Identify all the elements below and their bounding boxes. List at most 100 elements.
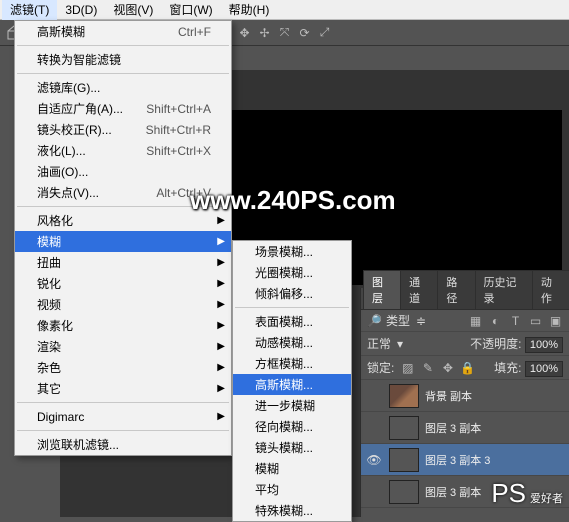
submenu-item[interactable]: 倾斜偏移... [233,283,351,304]
menu-group-style[interactable]: 风格化▶ [15,210,231,231]
menu-item-label: 模糊 [255,460,279,477]
chevron-down-icon[interactable]: ≑ [416,314,426,328]
menu-group-other[interactable]: 其它▶ [15,378,231,399]
submenu-item[interactable]: 方框模糊... [233,353,351,374]
lock-fill-row: 锁定: ▨ ✎ ✥ 🔒 填充: 100% [361,356,569,380]
type-label: 类型 [386,312,410,329]
menu-3d[interactable]: 3D(D) [57,1,105,19]
layer-thumbnail[interactable] [389,384,419,408]
chevron-right-icon: ▶ [217,383,225,394]
submenu-item[interactable]: 高斯模糊... [233,374,351,395]
layer-item[interactable]: 背景 副本 [361,380,569,412]
panel-tabs: 图层 通道 路径 历史记录 动作 [361,288,569,310]
rotate-icon[interactable]: ⟳ [297,26,312,40]
lock-all-icon[interactable]: 🔒 [460,361,475,375]
layer-item[interactable]: 图层 3 副本 [361,412,569,444]
menu-group-distort[interactable]: 扭曲▶ [15,252,231,273]
submenu-item[interactable]: 特殊模糊... [233,500,351,521]
menu-item-label: 滤镜库(G)... [37,79,100,96]
chevron-down-icon[interactable]: ▾ [397,337,403,351]
menu-view[interactable]: 视图(V) [105,0,161,20]
visibility-icon[interactable]: 👁 [365,453,383,467]
chevron-right-icon: ▶ [217,411,225,422]
menu-item-liquify[interactable]: 液化(L)...Shift+Ctrl+X [15,140,231,161]
submenu-item[interactable]: 场景模糊... [233,241,351,262]
menu-item-vanish[interactable]: 消失点(V)...Alt+Ctrl+V [15,182,231,203]
pan-icon[interactable]: ✢ [257,26,272,40]
chevron-right-icon: ▶ [217,236,225,247]
filter-smart-icon[interactable]: ▣ [548,314,563,328]
orbit-icon[interactable]: ✥ [237,26,252,40]
submenu-item[interactable]: 模糊 [233,458,351,479]
menu-item-label: 进一步模糊 [255,397,315,414]
opacity-input[interactable]: 100% [525,337,563,353]
menu-window[interactable]: 窗口(W) [161,0,220,20]
lock-move-icon[interactable]: ✥ [440,361,455,375]
submenu-item[interactable]: 镜头模糊... [233,437,351,458]
submenu-item[interactable]: 平均 [233,479,351,500]
tab-channels[interactable]: 通道 [400,270,438,309]
menu-item-label: Digimarc [37,410,84,424]
menu-group-blur[interactable]: 模糊▶ [15,231,231,252]
layer-item[interactable]: 👁图层 3 副本 3 [361,444,569,476]
menu-group-noise[interactable]: 杂色 ▶ [15,357,231,378]
menu-item-label: 杂色 [37,359,61,376]
chevron-right-icon: ▶ [217,341,225,352]
submenu-item[interactable]: 进一步模糊 [233,395,351,416]
filter-shape-icon[interactable]: ▭ [528,314,543,328]
tool-row-icons: ✥ ✢ ⤧ ⟳ ⤢ [237,25,332,40]
layer-thumbnail[interactable] [389,416,419,440]
layer-thumbnail[interactable] [389,448,419,472]
menu-shortcut: Shift+Ctrl+R [146,123,211,137]
menu-item-last-filter[interactable]: 高斯模糊 Ctrl+F [15,21,231,42]
tab-actions[interactable]: 动作 [532,270,569,309]
menu-item-label: 平均 [255,481,279,498]
chevron-right-icon: ▶ [217,320,225,331]
lock-transparent-icon[interactable]: ▨ [400,361,415,375]
menu-item-browse-online[interactable]: 浏览联机滤镜... [15,434,231,455]
menu-shortcut: Ctrl+F [178,25,211,39]
tab-history[interactable]: 历史记录 [475,270,533,309]
menu-item-label: 特殊模糊... [255,502,313,519]
menu-shortcut: Shift+Ctrl+A [146,102,211,116]
menu-item-label: 浏览联机滤镜... [37,436,119,453]
menu-filter[interactable]: 滤镜(T) [2,0,57,20]
menu-item-digimarc[interactable]: Digimarc ▶ [15,406,231,427]
submenu-item[interactable]: 光圈模糊... [233,262,351,283]
tab-layers[interactable]: 图层 [363,270,401,309]
filter-adjust-icon[interactable]: ◐ [488,314,503,328]
submenu-item[interactable]: 表面模糊... [233,311,351,332]
blend-opacity-row: 正常 ▾ 不透明度: 100% [361,332,569,356]
move-icon[interactable]: ⤧ [277,25,292,40]
menu-item-oil[interactable]: 油画(O)... [15,161,231,182]
menu-item-label: 方框模糊... [255,355,313,372]
blend-mode-select[interactable]: 正常 [367,335,391,352]
submenu-item[interactable]: 径向模糊... [233,416,351,437]
search-icon[interactable]: 🔎 [367,314,382,328]
menu-shortcut: Alt+Ctrl+V [156,186,211,200]
submenu-item[interactable]: 动感模糊... [233,332,351,353]
menu-help[interactable]: 帮助(H) [221,0,278,20]
layer-thumbnail[interactable] [389,480,419,504]
menu-group-video[interactable]: 视频▶ [15,294,231,315]
scale-icon[interactable]: ⤢ [317,25,332,40]
chevron-right-icon: ▶ [217,362,225,373]
menu-item-label: 锐化 [37,275,61,292]
blur-submenu: 场景模糊... 光圈模糊...倾斜偏移... 表面模糊... 动感模糊... 方框模糊.… [232,240,352,522]
menu-item-label: 动感模糊... [255,334,313,351]
menu-group-pixelate[interactable]: 像素化▶ [15,315,231,336]
menu-item-lens[interactable]: 镜头校正(R)...Shift+Ctrl+R [15,119,231,140]
filter-type-icon[interactable]: T [508,314,523,328]
menu-item-smart-filter[interactable]: 转换为智能滤镜 [15,49,231,70]
layer-name-label: 图层 3 副本 [425,420,481,436]
menu-group-render[interactable]: 渲染▶ [15,336,231,357]
filter-image-icon[interactable]: ▦ [468,314,483,328]
menu-item-label: 风格化 [37,212,73,229]
menu-item-adaptive[interactable]: 自适应广角(A)...Shift+Ctrl+A [15,98,231,119]
tab-paths[interactable]: 路径 [437,270,475,309]
menu-group-sharpen[interactable]: 锐化▶ [15,273,231,294]
menu-item-label: 场景模糊... [255,243,313,260]
menu-item-gallery[interactable]: 滤镜库(G)... [15,77,231,98]
fill-input[interactable]: 100% [525,361,563,377]
lock-brush-icon[interactable]: ✎ [420,361,435,375]
